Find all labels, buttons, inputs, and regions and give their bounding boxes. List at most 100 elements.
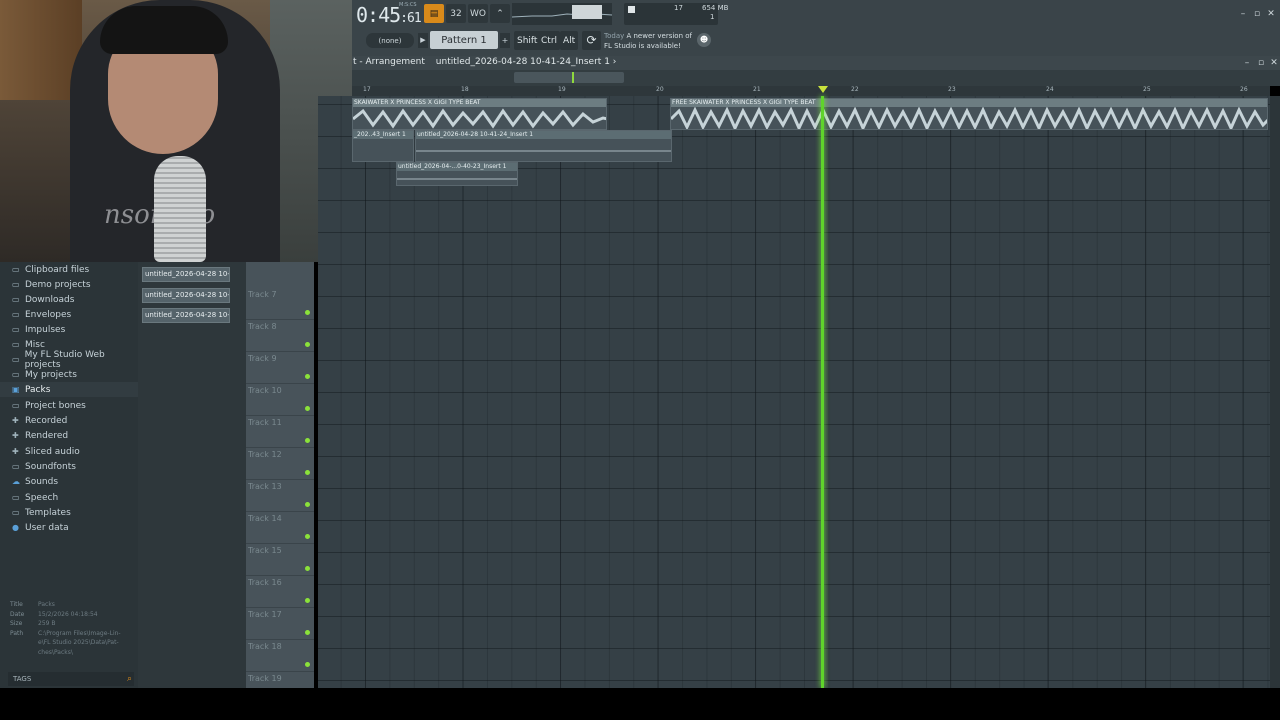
tempo-tap-icon[interactable]: ⌃ <box>490 4 510 23</box>
news-line2: FL Studio is available! <box>604 42 681 50</box>
pattern-mode-button[interactable]: ▤ <box>424 4 444 23</box>
track-header[interactable]: Track 13 <box>246 480 314 512</box>
image-line-logo-icon[interactable]: ☻ <box>697 33 711 47</box>
track-mute-led-icon[interactable] <box>305 630 310 635</box>
browser-item-label: Misc <box>25 339 45 350</box>
browser-item-speech[interactable]: ▭ Speech <box>12 490 58 505</box>
count-in-button[interactable]: 32 <box>446 4 466 23</box>
track-name: Track 15 <box>248 546 282 555</box>
info-size-label: Size <box>10 620 23 627</box>
browser-item-rendered[interactable]: ✚ Rendered <box>12 428 68 443</box>
restore-icon[interactable]: ▫ <box>1252 9 1262 19</box>
track-mute-led-icon[interactable] <box>305 470 310 475</box>
playlist-minimize-icon[interactable]: – <box>1242 58 1252 68</box>
playlist-breadcrumb[interactable]: untitled_2026-04-28 10-41-24_Insert 1 <box>436 57 610 67</box>
info-date-label: Date <box>10 610 25 618</box>
track-mute-led-icon[interactable] <box>305 534 310 539</box>
file-browser: ▭ Clipboard files ▭ Demo projects ▭ Downloa… <box>0 262 138 688</box>
track-mute-led-icon[interactable] <box>305 342 310 347</box>
browser-item-label: My projects <box>25 369 77 380</box>
minimize-icon[interactable]: – <box>1238 9 1248 19</box>
pattern-selector[interactable]: Pattern 1 <box>430 31 498 49</box>
pattern-clip[interactable]: untitled_2026-04-...0-40-23_Insert 1 <box>396 162 518 186</box>
search-icon[interactable]: ⌕ <box>127 673 132 685</box>
track-header[interactable]: Track 9 <box>246 352 314 384</box>
pattern-prev-arrow-icon[interactable]: ▶ <box>418 33 428 48</box>
shift-modifier-button[interactable]: Shift <box>514 31 541 50</box>
audio-clip[interactable]: SKAIWATER X PRINCESS X GIGI TYPE BEAT <box>352 98 607 130</box>
track-header[interactable]: Track 16 <box>246 576 314 608</box>
playlist-close-icon[interactable]: ✕ <box>1269 58 1279 68</box>
track-mute-led-icon[interactable] <box>305 566 310 571</box>
browser-item-envelopes[interactable]: ▭ Envelopes <box>12 307 71 322</box>
browser-item-user-data[interactable]: ● User data <box>12 520 69 535</box>
track-header[interactable]: Track 14 <box>246 512 314 544</box>
browser-item-project-bones[interactable]: ▭ Project bones <box>12 398 86 413</box>
tags-bar[interactable]: TAGS ⌕ <box>8 672 134 686</box>
browser-item-label: Sounds <box>25 476 59 487</box>
browser-item-sliced-audio[interactable]: ✚ Sliced audio <box>12 444 80 459</box>
track-mute-led-icon[interactable] <box>305 438 310 443</box>
bar-number: 19 <box>558 86 566 93</box>
pattern-clip[interactable]: untitled_2026-04-28 10-41-24_Insert 1 <box>415 130 672 162</box>
track-mute-led-icon[interactable] <box>305 662 310 667</box>
browser-item-demo-projects[interactable]: ▭ Demo projects <box>12 277 91 292</box>
add-pattern-button[interactable]: + <box>500 33 510 48</box>
news-panel[interactable]: Today A newer version of FL Studio is av… <box>604 31 692 51</box>
ctrl-modifier-button[interactable]: Ctrl <box>538 31 561 50</box>
browser-item-clipboard-files[interactable]: ▭ Clipboard files <box>12 262 89 277</box>
audio-clip[interactable]: FREE SKAIWATER X PRINCESS X GIGI TYPE BE… <box>670 98 1268 130</box>
track-mute-led-icon[interactable] <box>305 502 310 507</box>
track-header[interactable]: Track 7 <box>246 288 314 320</box>
track-header[interactable]: Track 17 <box>246 608 314 640</box>
browser-item-soundfonts[interactable]: ▭ Soundfonts <box>12 459 76 474</box>
info-path-line1: C:\Program Files\Image-Lin- <box>38 629 121 637</box>
close-icon[interactable]: ✕ <box>1266 9 1276 19</box>
browser-item-sounds[interactable]: ☁ Sounds <box>12 474 58 489</box>
track-mute-led-icon[interactable] <box>305 374 310 379</box>
folder-icon: ▭ <box>12 369 20 379</box>
plus-icon: ✚ <box>12 415 19 425</box>
track-header[interactable]: Track 12 <box>246 448 314 480</box>
plus-icon: ✚ <box>12 446 19 456</box>
playlist-restore-icon[interactable]: ▫ <box>1256 58 1266 68</box>
track-mute-led-icon[interactable] <box>305 406 310 411</box>
playlist-track-area[interactable]: SKAIWATER X PRINCESS X GIGI TYPE BEAT FR… <box>318 96 1270 688</box>
timeline-ruler[interactable]: 17 18 19 20 21 22 23 24 25 26 <box>352 86 1270 96</box>
metronome-button[interactable]: WO <box>468 4 488 23</box>
picker-item[interactable]: untitled_2026-04-28 10-... <box>142 308 230 323</box>
snap-selector[interactable]: (none) <box>366 33 414 48</box>
browser-item-packs[interactable]: ▣ Packs <box>0 382 138 397</box>
browser-item-downloads[interactable]: ▭ Downloads <box>12 292 74 307</box>
picker-item[interactable]: untitled_2026-04-28 10-... <box>142 288 230 303</box>
track-name: Track 17 <box>248 610 282 619</box>
track-header[interactable]: Track 18 <box>246 640 314 672</box>
pack-folder-icon: ▣ <box>12 384 20 394</box>
browser-item-recorded[interactable]: ✚ Recorded <box>12 413 67 428</box>
browser-item-web-projects[interactable]: ▭ My FL Studio Web projects <box>12 350 138 370</box>
track-name: Track 13 <box>248 482 282 491</box>
track-header[interactable]: Track 15 <box>246 544 314 576</box>
browser-item-label: Recorded <box>25 415 68 426</box>
alt-modifier-button[interactable]: Alt <box>560 31 579 50</box>
pattern-clip[interactable]: _202..43_Insert 1 <box>352 130 414 162</box>
browser-item-label: Envelopes <box>25 309 72 320</box>
playlist-horizontal-scrollbar[interactable] <box>352 70 1280 86</box>
browser-item-impulses[interactable]: ▭ Impulses <box>12 322 65 337</box>
picker-item[interactable]: untitled_2026-04-28 10-... <box>142 267 230 282</box>
scrollbar-thumb[interactable] <box>514 72 624 83</box>
folder-icon: ▭ <box>12 492 20 502</box>
track-mute-led-icon[interactable] <box>305 598 310 603</box>
song-position-marker-icon[interactable] <box>818 86 828 93</box>
bar-number: 22 <box>851 86 859 93</box>
track-header[interactable]: Track 11 <box>246 416 314 448</box>
news-refresh-icon[interactable]: ⟳ <box>582 31 601 50</box>
browser-item-templates[interactable]: ▭ Templates <box>12 505 71 520</box>
track-header[interactable]: Track 8 <box>246 320 314 352</box>
playhead[interactable] <box>821 96 824 688</box>
playlist-vertical-scrollbar[interactable] <box>1270 96 1280 688</box>
track-mute-led-icon[interactable] <box>305 310 310 315</box>
browser-item-my-projects[interactable]: ▭ My projects <box>12 367 77 382</box>
track-header[interactable]: Track 10 <box>246 384 314 416</box>
breadcrumb-arrow-icon[interactable]: › <box>613 57 617 67</box>
